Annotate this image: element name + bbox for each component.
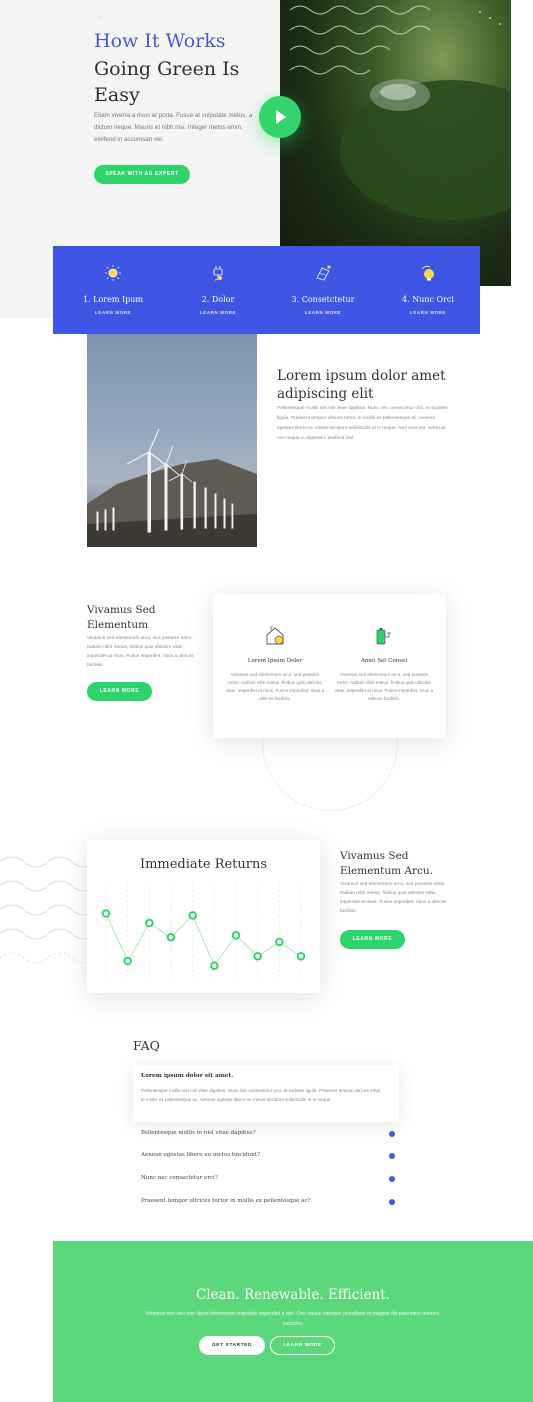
faq-question[interactable]: Lorem ipsum dolor sit amet. <box>141 1073 233 1079</box>
wind-section-description: Pellentesque mollis nisi nisl vitae dapi… <box>277 406 448 441</box>
cta-description: Vivamus non orci non ligula fermentum vu… <box>145 1311 441 1327</box>
expand-icon[interactable] <box>389 1131 395 1137</box>
cta-banner: Clean. Renewable. Efficient. Vivamus non… <box>53 1241 533 1402</box>
vivamus-description: Vivamus sed elementum arcu, sed posuere … <box>87 636 194 668</box>
chart-point <box>188 911 197 920</box>
solar-panel-icon <box>316 265 331 281</box>
services-card: Lorem Ipsum Dolor Vivamus sed elementum … <box>213 594 446 738</box>
expand-icon[interactable] <box>389 1199 395 1205</box>
eco-house-icon <box>266 626 284 645</box>
sun-icon <box>105 265 121 281</box>
faq-item[interactable]: Pellentesque mollis in nisl vitae dapibu… <box>141 1130 395 1142</box>
wind-turbine-photo <box>87 334 257 547</box>
features-bar: 1. Lorem Ipum LEARN MORE 2. Dolor LEARN … <box>53 246 480 334</box>
faq-question[interactable]: Pellentesque mollis in nisl vitae dapibu… <box>141 1130 256 1136</box>
line-chart <box>101 885 306 980</box>
feature-learn-more-link[interactable]: LEARN MORE <box>375 310 481 315</box>
chart-point <box>145 918 154 928</box>
speak-with-expert-button[interactable]: SPEAK WITH AN EXPERT <box>94 165 190 184</box>
feature-item[interactable]: 3. Consetctetur LEARN MORE <box>270 246 376 334</box>
faq-item-open[interactable]: Lorem ipsum dolor sit amet. Pellentesque… <box>133 1065 399 1122</box>
feature-item[interactable]: 1. Lorem Ipum LEARN MORE <box>60 246 166 334</box>
get-started-button[interactable]: GET STARTED <box>199 1336 265 1355</box>
chart-point <box>210 961 219 971</box>
service-title: Amet Set Consel <box>360 658 408 664</box>
returns-learn-more-button[interactable]: LEARN MORE <box>340 930 405 949</box>
hero-title-accent: How It Works <box>94 30 226 52</box>
vivamus-title: Vivamus Sed Elementum <box>87 604 156 631</box>
feature-title: 3. Consetctetur <box>291 295 355 304</box>
chart-point <box>231 931 241 940</box>
chart-point <box>296 951 306 961</box>
vivamus-learn-more-button[interactable]: LEARN MORE <box>87 682 152 701</box>
expand-icon[interactable] <box>389 1176 395 1182</box>
wind-section-title: Lorem ipsum dolor amet adipiscing elit <box>277 368 446 402</box>
hero-title: Going Green Is Easy <box>94 58 240 106</box>
faq-item[interactable]: Aenean egestas libero eu metus tincidunt… <box>141 1152 395 1164</box>
faq-item[interactable]: Nunc nec consectetur orci? <box>141 1175 395 1187</box>
faq-question[interactable]: Nunc nec consectetur orci? <box>141 1175 218 1181</box>
feature-item[interactable]: 4. Nunc Orci LEARN MORE <box>375 246 481 334</box>
feature-title: 1. Lorem Ipum <box>82 295 143 304</box>
chart-point <box>275 937 284 947</box>
chart-point <box>123 956 132 966</box>
feature-item[interactable]: 2. Dolor LEARN MORE <box>165 246 271 334</box>
hero-leaf-photo <box>280 0 511 286</box>
bulb-icon <box>421 265 434 281</box>
service-description: Vivamus sed elementum arcu, sed posuere … <box>334 672 434 701</box>
faq-question[interactable]: Aenean egestas libero eu metus tincidunt… <box>141 1152 260 1158</box>
expand-icon[interactable] <box>389 1153 395 1159</box>
plug-icon <box>213 266 223 281</box>
faq-question[interactable]: Praesent tempor ultrices tortor in molli… <box>141 1198 310 1204</box>
feature-learn-more-link[interactable]: LEARN MORE <box>270 310 376 315</box>
returns-title: Vivamus Sed Elementum Arcu. <box>340 850 434 877</box>
battery-plug-icon <box>376 628 391 645</box>
chart-point <box>101 909 111 918</box>
service-title: Lorem Ipsum Dolor <box>247 658 303 664</box>
hero-description: Etiam viverra a risus at porta. Fusce at… <box>94 112 253 143</box>
faq-answer: Pellentesque mollis nisi nisl vitae dapi… <box>141 1088 382 1102</box>
wave-decoration <box>0 856 90 964</box>
faq-item[interactable]: Praesent tempor ultrices tortor in molli… <box>141 1198 395 1210</box>
feature-title: 4. Nunc Orci <box>402 295 454 304</box>
chart-point <box>253 951 262 961</box>
chart-point <box>166 932 176 942</box>
cta-learn-more-button[interactable]: LEARN MORE <box>270 1336 335 1355</box>
cta-title: Clean. Renewable. Efficient. <box>196 1287 390 1303</box>
faq-title: FAQ <box>133 1038 160 1053</box>
feature-learn-more-link[interactable]: LEARN MORE <box>165 310 271 315</box>
feature-title: 2. Dolor <box>201 295 235 304</box>
returns-description: Vivamus sed elementum arcu, sed posuere … <box>340 882 447 914</box>
feature-learn-more-link[interactable]: LEARN MORE <box>60 310 166 315</box>
chart-series-line <box>105 913 302 967</box>
chart-card: Immediate Returns <box>87 840 320 993</box>
play-icon[interactable] <box>259 96 301 138</box>
service-description: Vivamus sed elementum arcu, sed posuere … <box>225 672 325 701</box>
